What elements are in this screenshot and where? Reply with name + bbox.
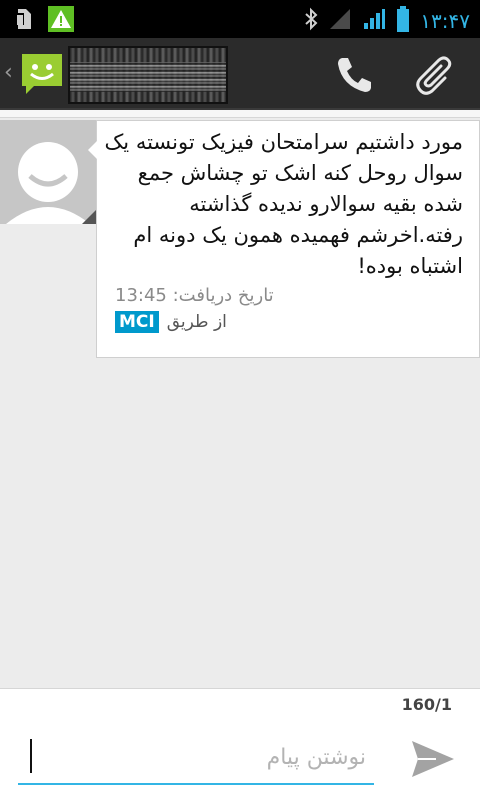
received-time-row: 13:45 تاریخ دریافت: [115, 285, 475, 306]
message-input-wrapper[interactable] [18, 733, 374, 785]
signal-icon [328, 7, 352, 35]
conversation-list[interactable]: مورد داشتیم سرامتحان فیزیک تونسته یک سوا… [0, 110, 480, 688]
message-body: مورد داشتیم سرامتحان فیزیک تونسته یک سوا… [104, 130, 464, 278]
phone-icon[interactable] [330, 50, 378, 98]
clock: ۱۳:۴۷ [420, 9, 470, 33]
contact-photo[interactable] [68, 46, 228, 104]
character-counter: 160/1 [401, 695, 452, 714]
message-input[interactable] [38, 737, 366, 777]
message-bubble[interactable]: مورد داشتیم سرامتحان فیزیک تونسته یک سوا… [88, 120, 480, 358]
carrier-row: MCI از طریق [115, 311, 227, 333]
battery-icon [396, 6, 410, 36]
avatar[interactable] [0, 120, 96, 224]
paperclip-icon[interactable] [412, 50, 460, 98]
action-bar: ‹ [0, 38, 480, 110]
compose-area: 160/1 [0, 688, 480, 800]
received-time: 13:45 [115, 285, 167, 306]
messaging-app-icon[interactable] [18, 50, 66, 98]
signal-icon [362, 7, 386, 35]
carrier-via-label: از طریق [166, 312, 227, 332]
divider [0, 110, 480, 118]
received-label: تاریخ دریافت: [172, 285, 274, 306]
send-icon[interactable] [406, 733, 458, 785]
text-cursor [30, 739, 32, 773]
bluetooth-icon [304, 7, 318, 35]
sim-card-icon [14, 7, 34, 35]
carrier-badge: MCI [115, 311, 159, 333]
up-caret-icon[interactable]: ‹ [4, 60, 13, 85]
status-bar: ۱۳:۴۷ [0, 0, 480, 38]
warning-icon [48, 6, 74, 36]
